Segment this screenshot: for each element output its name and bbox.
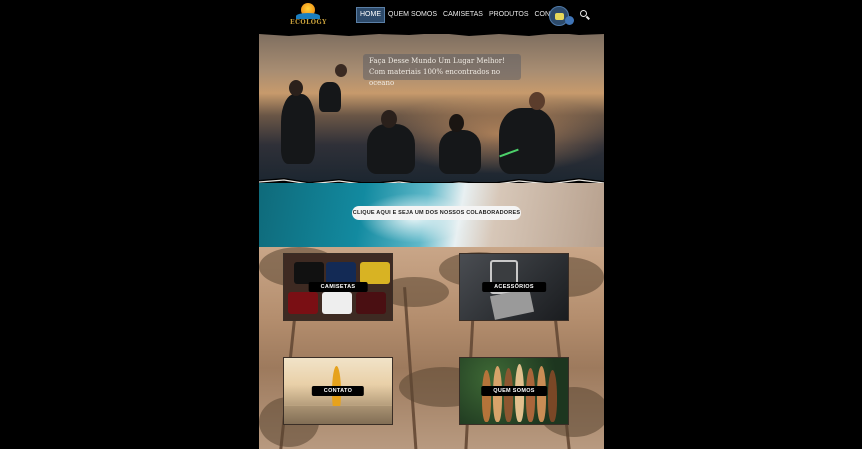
card-quem-somos[interactable]: QUEM SOMOS — [459, 357, 569, 425]
nav-item-produtos[interactable]: PRODUTOS — [486, 7, 532, 23]
nav-item-quem-somos[interactable]: QUEM SOMOS — [385, 7, 440, 23]
card-label-camisetas: CAMISETAS — [308, 282, 368, 292]
hero-caption-line2: Com materiais 100% encontrados no oceano — [369, 68, 501, 87]
card-contato[interactable]: CONTATO — [283, 357, 393, 425]
site-header: ECOLOGY HOME QUEM SOMOS CAMISETAS PRODUT… — [0, 0, 862, 32]
card-camisetas[interactable]: CAMISETAS — [283, 253, 393, 321]
logo[interactable]: ECOLOGY — [290, 2, 326, 28]
notification-dot — [565, 16, 574, 25]
search-icon[interactable] — [579, 9, 591, 21]
torn-edge — [259, 31, 604, 36]
card-label-quem-somos: QUEM SOMOS — [481, 386, 547, 396]
card-label-acessorios: ACESSÓRIOS — [482, 282, 546, 292]
hero-image: Faça Desse Mundo Um Lugar Melhor! Com ma… — [259, 34, 604, 182]
card-label-contato: CONTATO — [311, 386, 365, 396]
hero-caption: Faça Desse Mundo Um Lugar Melhor! Com ma… — [363, 54, 521, 87]
nav-item-camisetas[interactable]: CAMISETAS — [440, 7, 486, 23]
logo-text: ECOLOGY — [290, 19, 327, 26]
chat-icon — [555, 13, 564, 20]
hero-caption-line1: Faça Desse Mundo Um Lugar Melhor! — [369, 57, 505, 65]
collaborator-cta-button[interactable]: CLIQUE AQUI E SEJA UM DOS NOSSOS COLABOR… — [352, 206, 521, 220]
card-acessorios[interactable]: ACESSÓRIOS — [459, 253, 569, 321]
nav-item-home[interactable]: HOME — [356, 7, 385, 23]
